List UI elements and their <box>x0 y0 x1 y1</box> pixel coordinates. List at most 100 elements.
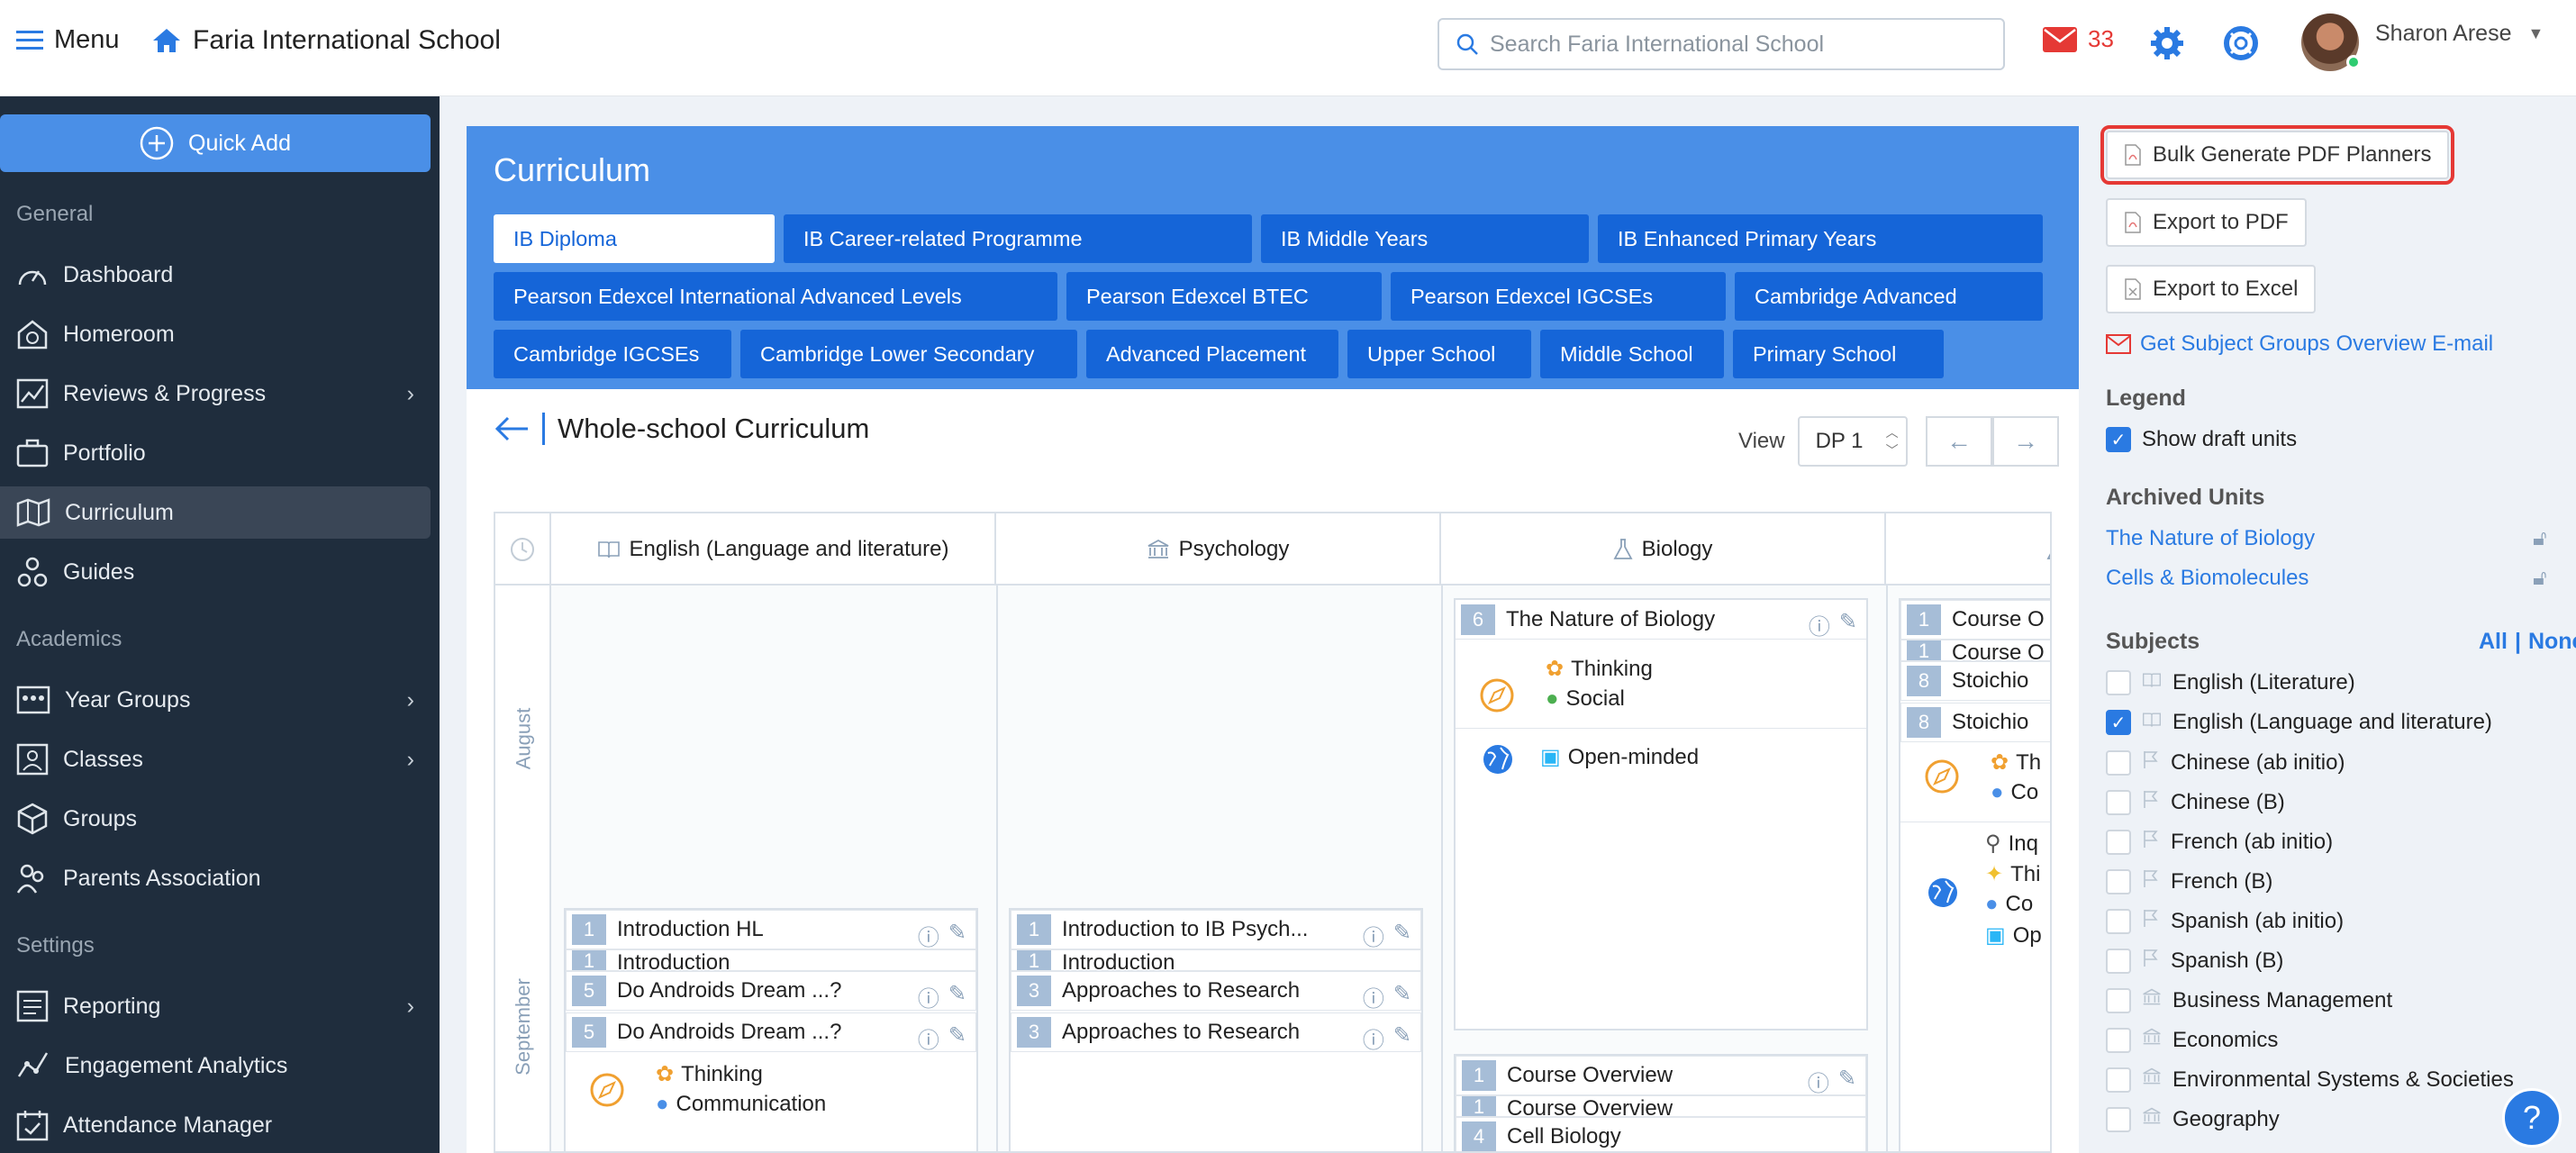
checkbox[interactable] <box>2106 948 2131 974</box>
subject-item[interactable]: Spanish (B) <box>2106 948 2283 974</box>
subject-item[interactable]: Chinese (B) <box>2106 789 2285 815</box>
select-none-link[interactable]: None <box>2528 629 2576 655</box>
export-excel-button[interactable]: Export to Excel <box>2106 265 2317 313</box>
checkbox[interactable] <box>2106 868 2131 894</box>
subject-item[interactable]: Business Management <box>2106 987 2392 1013</box>
column-chemistry[interactable] <box>1886 513 2050 586</box>
subject-item[interactable]: ✓ English (Language and literature) <box>2106 710 2492 735</box>
bulk-generate-pdf-button[interactable]: Bulk Generate PDF Planners <box>2100 125 2455 185</box>
info-icon[interactable]: ⓘ <box>1363 1022 1384 1051</box>
sidebar-item-groups[interactable]: Groups <box>0 793 431 845</box>
checkbox[interactable]: ✓ <box>2106 710 2131 735</box>
subject-item[interactable]: Chinese (ab initio) <box>2106 749 2345 776</box>
settings-button[interactable] <box>2149 25 2185 66</box>
unit-row[interactable]: 1 Course O <box>1900 640 2050 661</box>
subject-groups-email-link[interactable]: Get Subject Groups Overview E-mail <box>2106 331 2493 357</box>
subject-item[interactable]: Economics <box>2106 1027 2278 1053</box>
pencil-icon[interactable]: ✎ <box>1838 1066 1856 1094</box>
pencil-icon[interactable]: ✎ <box>948 920 966 949</box>
tab-pearson-ial[interactable]: Pearson Edexcel International Advanced L… <box>494 272 1057 321</box>
checkbox[interactable] <box>2106 908 2131 934</box>
previous-button[interactable]: ← <box>1926 416 1992 467</box>
pencil-icon[interactable]: ✎ <box>948 1022 966 1051</box>
sidebar-item-reviews-progress[interactable]: Reviews & Progress › <box>0 368 431 420</box>
unit-row[interactable]: 1 Introduction HL ⓘ ✎ <box>566 910 976 949</box>
column-biology[interactable]: Biology <box>1441 513 1886 586</box>
tab-cambridge-lower-secondary[interactable]: Cambridge Lower Secondary <box>740 330 1077 378</box>
tab-pearson-btec[interactable]: Pearson Edexcel BTEC <box>1066 272 1382 321</box>
pencil-icon[interactable]: ✎ <box>1393 981 1411 1010</box>
sidebar-item-dashboard[interactable]: Dashboard <box>0 249 431 301</box>
tab-ib-diploma[interactable]: IB Diploma <box>494 214 775 263</box>
unit-row[interactable]: 3 Approaches to Research ⓘ ✎ <box>1011 971 1421 1011</box>
sidebar-item-reporting[interactable]: Reporting › <box>0 980 431 1032</box>
checkbox[interactable] <box>2106 987 2131 1013</box>
view-select[interactable]: DP 1 ︿ ﹀ <box>1797 416 1908 467</box>
subject-item[interactable]: French (ab initio) <box>2106 829 2333 855</box>
unit-row[interactable]: 1 Introduction to IB Psych... ⓘ ✎ <box>1011 910 1421 949</box>
sidebar-item-homeroom[interactable]: Homeroom <box>0 308 431 360</box>
subject-item[interactable]: Environmental Systems & Societies <box>2106 1067 2514 1093</box>
info-icon[interactable]: ⓘ <box>918 1022 939 1051</box>
tab-middle-school[interactable]: Middle School <box>1540 330 1724 378</box>
pencil-icon[interactable]: ✎ <box>1393 1022 1411 1051</box>
tab-upper-school[interactable]: Upper School <box>1347 330 1531 378</box>
school-home-link[interactable]: Faria International School <box>151 25 501 56</box>
tab-ib-enhanced-primary[interactable]: IB Enhanced Primary Years <box>1598 214 2043 263</box>
mail-button[interactable]: 33 <box>2043 25 2114 53</box>
tab-cambridge-advanced[interactable]: Cambridge Advanced <box>1735 272 2043 321</box>
checkbox[interactable] <box>2106 789 2131 815</box>
unit-row[interactable]: 1 Course Overview <box>1456 1095 1866 1117</box>
unlock-icon[interactable]: 🔓︎ <box>2533 566 2547 591</box>
tab-advanced-placement[interactable]: Advanced Placement <box>1086 330 1338 378</box>
info-icon[interactable]: ⓘ <box>1363 981 1384 1010</box>
subject-item[interactable]: English (Literature) <box>2106 670 2355 695</box>
pencil-icon[interactable]: ✎ <box>1839 609 1857 639</box>
select-all-link[interactable]: All <box>2479 629 2508 655</box>
column-psychology[interactable]: Psychology <box>996 513 1441 586</box>
unit-row[interactable]: 6 The Nature of Biology ⓘ ✎ <box>1456 600 1866 640</box>
sidebar-item-attendance-manager[interactable]: Attendance Manager <box>0 1099 431 1151</box>
back-arrow-icon[interactable] <box>494 415 530 442</box>
help-button[interactable]: ? <box>2502 1088 2562 1148</box>
unlock-icon[interactable]: 🔓︎ <box>2533 526 2547 551</box>
checkbox[interactable] <box>2106 1067 2131 1093</box>
unit-row[interactable]: 1 Course Overview ⓘ ✎ <box>1456 1056 1866 1095</box>
checkbox[interactable] <box>2106 829 2131 855</box>
show-draft-units-toggle[interactable]: ✓ Show draft units <box>2106 427 2297 452</box>
info-icon[interactable]: ⓘ <box>1363 920 1384 949</box>
info-icon[interactable]: ⓘ <box>918 981 939 1010</box>
tab-ib-middle-years[interactable]: IB Middle Years <box>1261 214 1589 263</box>
tab-cambridge-igcse[interactable]: Cambridge IGCSEs <box>494 330 731 378</box>
checkbox[interactable] <box>2106 749 2131 776</box>
unit-row[interactable]: 3 Approaches to Research ⓘ ✎ <box>1011 1012 1421 1052</box>
sidebar-item-guides[interactable]: Guides <box>0 546 431 598</box>
sidebar-item-year-groups[interactable]: Year Groups › <box>0 674 431 726</box>
checkbox[interactable] <box>2106 1106 2131 1132</box>
archived-unit-link[interactable]: The Nature of Biology 🔓︎ <box>2106 526 2556 551</box>
info-icon[interactable]: ⓘ <box>1809 609 1830 639</box>
unit-row[interactable]: 5 Do Androids Dream ...? ⓘ ✎ <box>566 1012 976 1052</box>
quick-add-button[interactable]: Quick Add <box>0 114 431 172</box>
info-icon[interactable]: ⓘ <box>1808 1066 1829 1094</box>
checkbox[interactable] <box>2106 1027 2131 1053</box>
checkbox[interactable] <box>2106 670 2131 695</box>
next-button[interactable]: → <box>1992 416 2059 467</box>
unit-row[interactable]: 1 Course O <box>1900 600 2050 640</box>
subject-item[interactable]: French (B) <box>2106 868 2272 894</box>
unit-row[interactable]: 8 Stoichio <box>1900 703 2050 742</box>
sidebar-item-engagement-analytics[interactable]: Engagement Analytics <box>0 1040 431 1092</box>
info-icon[interactable]: ⓘ <box>918 920 939 949</box>
column-english[interactable]: English (Language and literature) <box>551 513 996 586</box>
tab-primary-school[interactable]: Primary School <box>1733 330 1944 378</box>
unit-row[interactable]: 4 Cell Biology <box>1456 1117 1866 1151</box>
tab-ib-career-related[interactable]: IB Career-related Programme <box>784 214 1252 263</box>
support-button[interactable] <box>2223 25 2259 66</box>
menu-button[interactable]: Menu <box>16 25 120 55</box>
unit-row[interactable]: 5 Do Androids Dream ...? ⓘ ✎ <box>566 971 976 1011</box>
subject-item[interactable]: Geography <box>2106 1106 2280 1132</box>
subject-item[interactable]: Spanish (ab initio) <box>2106 908 2344 934</box>
unit-row[interactable]: 1 Introduction <box>1011 949 1421 971</box>
archived-unit-link[interactable]: Cells & Biomolecules 🔓︎ <box>2106 566 2556 591</box>
unit-row[interactable]: 8 Stoichio <box>1900 661 2050 701</box>
